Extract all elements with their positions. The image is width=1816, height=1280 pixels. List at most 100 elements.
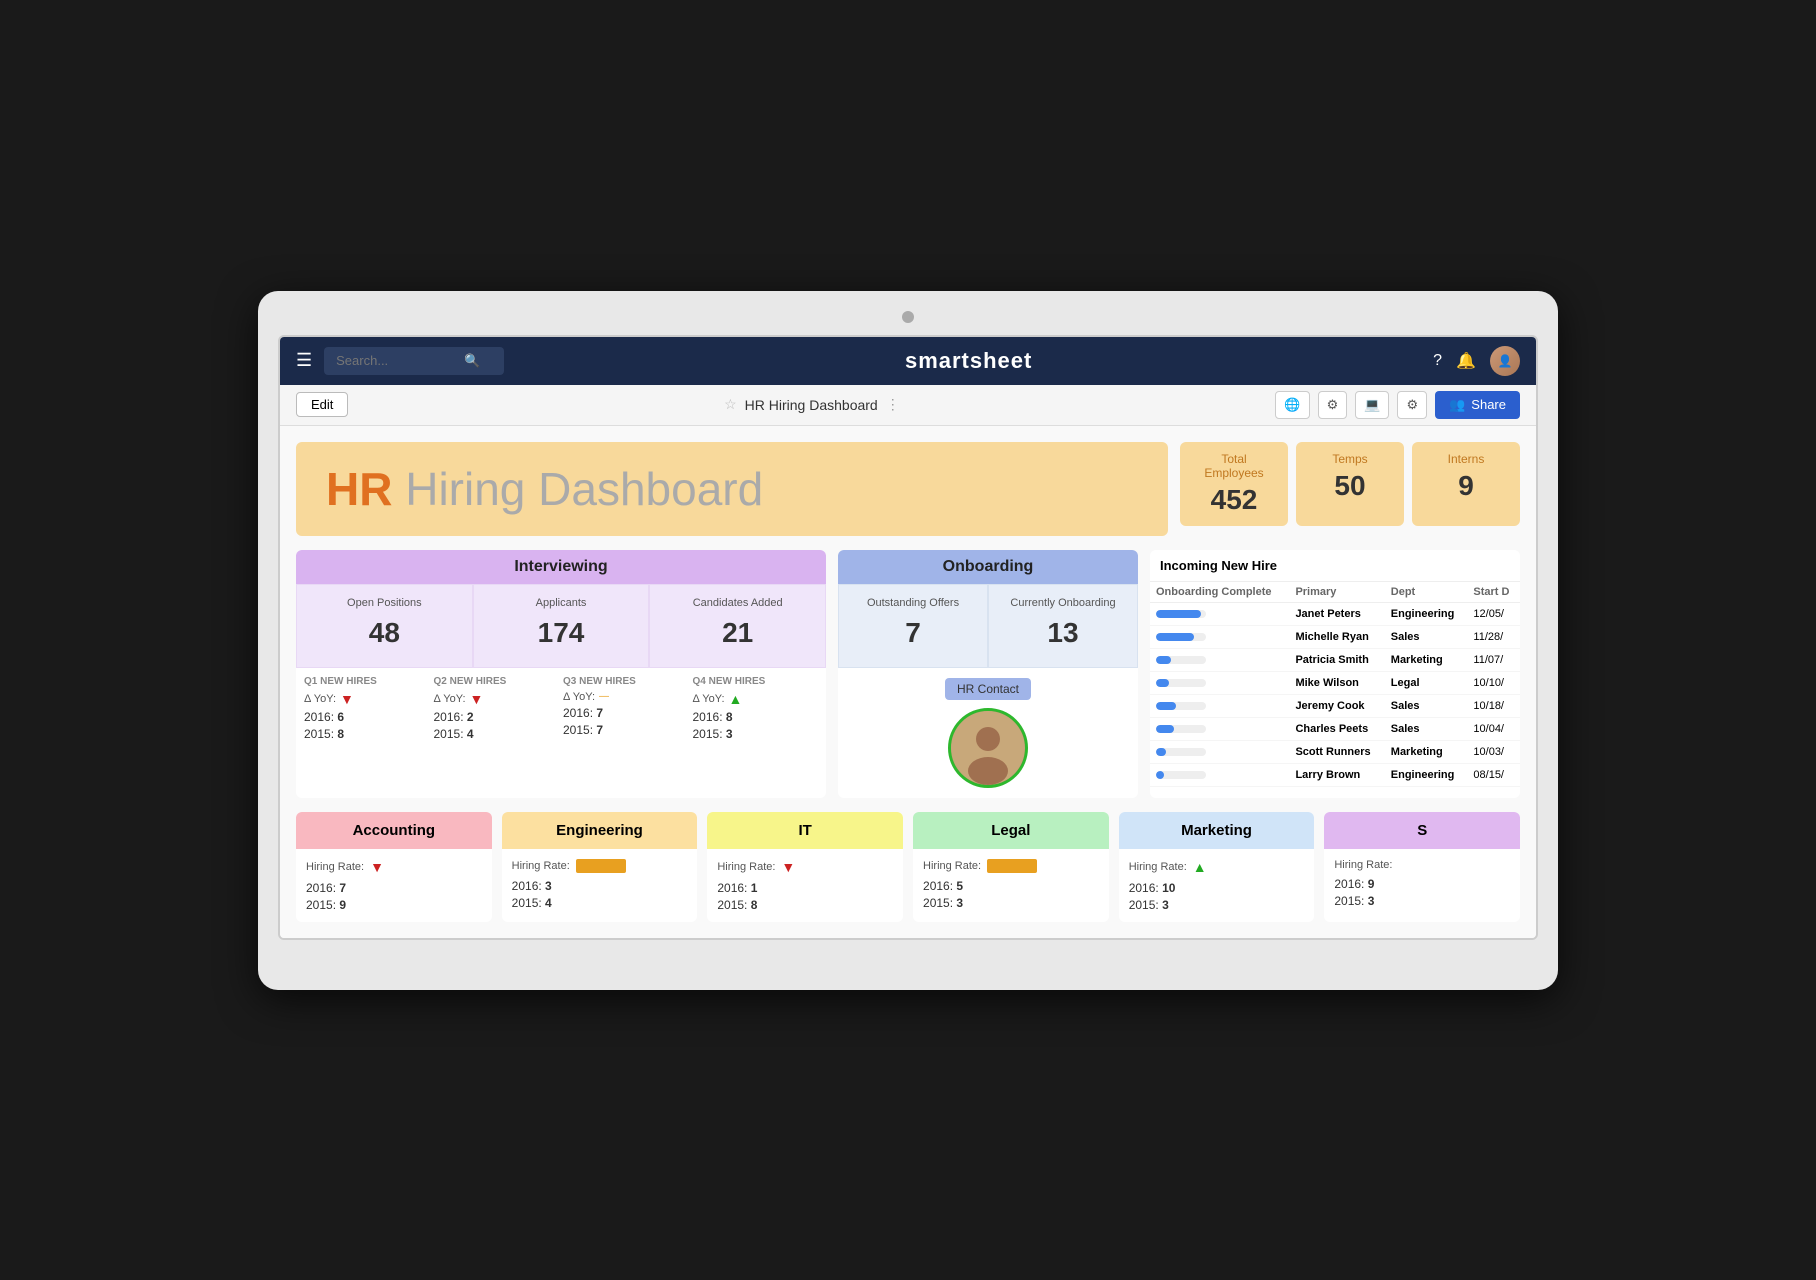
dept-body: Hiring Rate: ▼ 2016: 1 2015: 8: [707, 849, 903, 922]
monitor-shell: ☰ 🔍 smartsheet ? 🔔 👤 Edit ☆ HR Hiring Da…: [258, 291, 1558, 990]
table-row: Charles Peets Sales 10/04/: [1150, 717, 1520, 740]
hire-dept: Sales: [1385, 717, 1468, 740]
dept-year1: 2016: 10: [1129, 881, 1305, 895]
applicants-label: Applicants: [482, 597, 641, 609]
table-row: Michelle Ryan Sales 11/28/: [1150, 625, 1520, 648]
yoy-label: Δ YoY:: [563, 691, 595, 703]
hiring-rate-label: Hiring Rate:: [306, 861, 364, 873]
onboarding-metrics: Outstanding Offers 7 Currently Onboardin…: [838, 584, 1138, 668]
hiring-rate-label: Hiring Rate:: [717, 861, 775, 873]
toolbar: Edit ☆ HR Hiring Dashboard ⋮ 🌐 ⚙ 💻 ⚙ 👥 S…: [280, 385, 1536, 426]
avatar[interactable]: 👤: [1490, 346, 1520, 376]
search-input[interactable]: [336, 353, 456, 368]
dept-card-marketing: Marketing Hiring Rate: ▲ 2016: 10 2015: …: [1119, 812, 1315, 922]
dept-header: Engineering: [502, 812, 698, 849]
hire-start: 10/10/: [1467, 671, 1520, 694]
temps-label: Temps: [1310, 452, 1390, 466]
interviewing-panel: Interviewing Open Positions 48 Applicant…: [296, 550, 826, 798]
topnav: ☰ 🔍 smartsheet ? 🔔 👤: [280, 337, 1536, 385]
dept-card-s: S Hiring Rate: 2016: 9 2015: 3: [1324, 812, 1520, 922]
outstanding-offers-card: Outstanding Offers 7: [838, 584, 988, 668]
currently-onboarding-label: Currently Onboarding: [997, 597, 1129, 609]
dept-header: IT: [707, 812, 903, 849]
onboarding-progress-cell: [1150, 740, 1289, 763]
interns-card: Interns 9: [1412, 442, 1520, 526]
hire-dept: Engineering: [1385, 763, 1468, 786]
hero-row: HR Hiring Dashboard Total Employees 452 …: [296, 442, 1520, 536]
share-button[interactable]: 👥 Share: [1435, 391, 1520, 419]
onboarding-progress-cell: [1150, 625, 1289, 648]
context-menu-icon[interactable]: ⋮: [886, 396, 900, 413]
toolbar-center: ☆ HR Hiring Dashboard ⋮: [360, 396, 1263, 413]
display-button[interactable]: 💻: [1355, 391, 1389, 419]
hero-banner: HR Hiring Dashboard: [296, 442, 1168, 536]
dept-year2: 2015: 3: [923, 896, 1099, 910]
bell-icon[interactable]: 🔔: [1456, 351, 1476, 371]
dept-year1: 2016: 9: [1334, 877, 1510, 891]
dept-year1: 2016: 5: [923, 879, 1099, 893]
onboarding-progress-cell: [1150, 648, 1289, 671]
hiring-rate-label: Hiring Rate:: [923, 860, 981, 872]
screen: ☰ 🔍 smartsheet ? 🔔 👤 Edit ☆ HR Hiring Da…: [278, 335, 1538, 940]
globe-button[interactable]: 🌐: [1275, 391, 1309, 419]
new-hire-panel: Incoming New Hire Onboarding Complete Pr…: [1150, 550, 1520, 798]
dept-year1: 2016: 7: [306, 881, 482, 895]
hire-dept: Sales: [1385, 625, 1468, 648]
outstanding-offers-value: 7: [847, 617, 979, 649]
monitor-camera: [902, 311, 914, 323]
dept-year2: 2015: 8: [717, 898, 893, 912]
share-icon: 👥: [1449, 397, 1465, 413]
hiring-rate-row: Hiring Rate:: [1334, 859, 1510, 871]
hire-name: Patricia Smith: [1289, 648, 1384, 671]
dept-year2: 2015: 3: [1334, 894, 1510, 908]
new-hire-title: Incoming New Hire: [1150, 550, 1520, 582]
hero-stats: Total Employees 452 Temps 50 Interns 9: [1180, 442, 1520, 536]
tools-button[interactable]: ⚙: [1397, 391, 1427, 419]
dept-body: Hiring Rate: 2016: 5 2015: 3: [913, 849, 1109, 920]
hamburger-icon[interactable]: ☰: [296, 350, 312, 371]
dept-header: Accounting: [296, 812, 492, 849]
onboarding-panel: Onboarding Outstanding Offers 7 Currentl…: [838, 550, 1138, 798]
hire-name: Charles Peets: [1289, 717, 1384, 740]
dept-card-legal: Legal Hiring Rate: 2016: 5 2015: 3: [913, 812, 1109, 922]
hiring-rate-label: Hiring Rate:: [1129, 861, 1187, 873]
candidates-added-value: 21: [658, 617, 817, 649]
search-box[interactable]: 🔍: [324, 347, 504, 375]
dept-year2: 2015: 9: [306, 898, 482, 912]
star-icon[interactable]: ☆: [724, 396, 737, 413]
hr-contact-label: HR Contact: [945, 678, 1031, 700]
hr-contact-section: HR Contact: [838, 668, 1138, 798]
dept-body: Hiring Rate: 2016: 9 2015: 3: [1324, 849, 1520, 918]
hiring-rate-row: Hiring Rate: ▼: [717, 859, 893, 875]
onboarding-header: Onboarding: [838, 550, 1138, 584]
candidates-added-label: Candidates Added: [658, 597, 817, 609]
dept-year1: 2016: 1: [717, 881, 893, 895]
hire-name: Larry Brown: [1289, 763, 1384, 786]
total-employees-card: Total Employees 452: [1180, 442, 1288, 526]
help-icon[interactable]: ?: [1433, 352, 1442, 370]
dept-card-engineering: Engineering Hiring Rate: 2016: 3 2015: 4: [502, 812, 698, 922]
hiring-rate-row: Hiring Rate:: [923, 859, 1099, 873]
settings-button[interactable]: ⚙: [1318, 391, 1348, 419]
hire-start: 12/05/: [1467, 602, 1520, 625]
q4-stat: Q4 NEW HIRES Δ YoY: ▲ 2016: 8 2015: 3: [693, 676, 819, 741]
interns-value: 9: [1426, 470, 1506, 502]
up-arrow-icon: ▲: [1193, 859, 1207, 875]
applicants-card: Applicants 174: [473, 584, 650, 668]
down-arrow-icon: ▼: [470, 691, 484, 707]
new-hire-table: Onboarding Complete Primary Dept Start D…: [1150, 582, 1520, 787]
table-row: Patricia Smith Marketing 11/07/: [1150, 648, 1520, 671]
edit-button[interactable]: Edit: [296, 392, 348, 417]
onboarding-progress-cell: [1150, 763, 1289, 786]
col-start: Start D: [1467, 582, 1520, 603]
down-arrow-icon: ▼: [781, 859, 795, 875]
flat-arrow-icon: —: [599, 691, 609, 702]
dept-body: Hiring Rate: ▲ 2016: 10 2015: 3: [1119, 849, 1315, 922]
mid-row: Interviewing Open Positions 48 Applicant…: [296, 550, 1520, 798]
hiring-rate-row: Hiring Rate: ▲: [1129, 859, 1305, 875]
yoy-label: Δ YoY:: [434, 693, 466, 705]
interviewing-metrics: Open Positions 48 Applicants 174 Candida…: [296, 584, 826, 668]
table-row: Larry Brown Engineering 08/15/: [1150, 763, 1520, 786]
total-employees-value: 452: [1194, 484, 1274, 516]
hire-name: Mike Wilson: [1289, 671, 1384, 694]
